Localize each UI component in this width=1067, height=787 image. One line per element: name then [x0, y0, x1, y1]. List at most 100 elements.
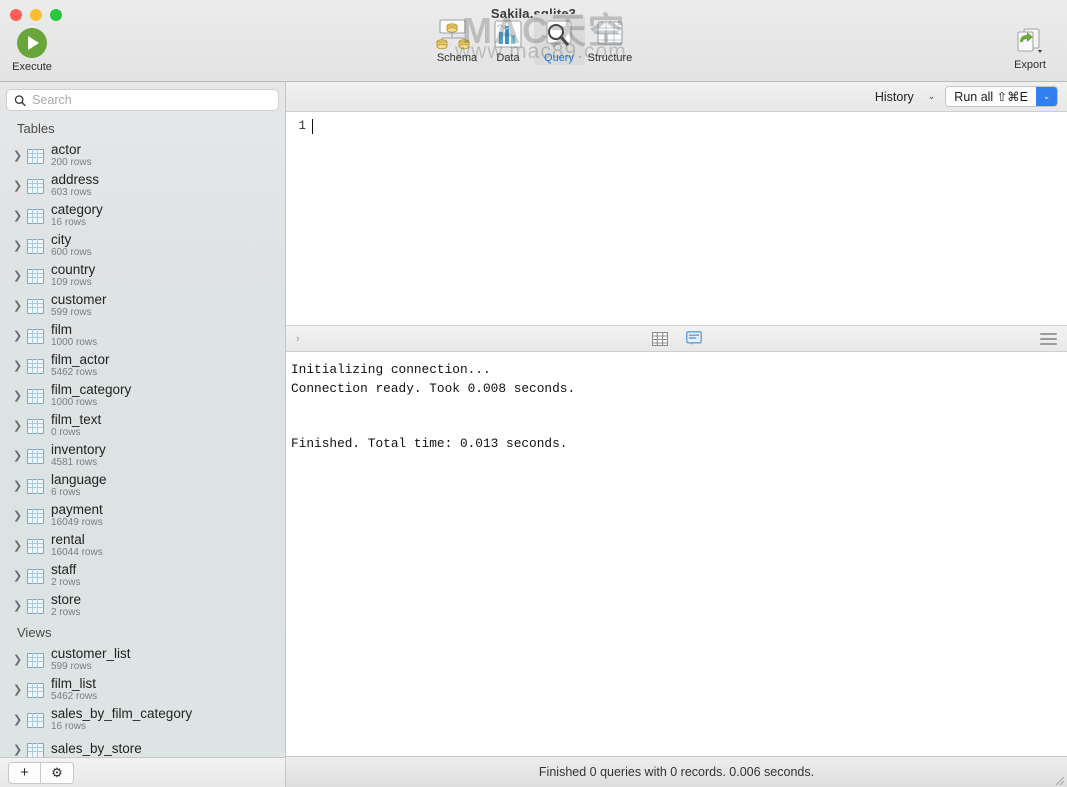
table-name: city: [51, 232, 72, 248]
data-icon: [483, 16, 534, 50]
structure-icon: [585, 16, 636, 50]
view-row-sales-by-film-category[interactable]: ❯ sales_by_film_category 16 rows: [0, 705, 285, 735]
chevron-right-icon[interactable]: ❯: [13, 420, 27, 432]
table-row-count: 16049 rows: [51, 517, 103, 529]
table-row-inventory[interactable]: ❯ inventory 4581 rows: [0, 441, 285, 471]
chevron-right-icon[interactable]: ❯: [13, 654, 27, 666]
chevron-right-icon[interactable]: ❯: [13, 570, 27, 582]
chevron-right-icon[interactable]: ❯: [13, 360, 27, 372]
table-row-count: 1000 rows: [51, 337, 98, 349]
chevron-right-icon[interactable]: ❯: [13, 684, 27, 696]
table-name: country: [51, 262, 96, 278]
table-row-count: 599 rows: [51, 307, 92, 319]
chevron-right-icon[interactable]: ❯: [13, 210, 27, 222]
run-all-button[interactable]: Run all ⇧⌘E ⌄: [945, 86, 1058, 107]
table-row-film[interactable]: ❯ film 1000 rows: [0, 321, 285, 351]
tab-schema[interactable]: Schema: [432, 14, 483, 65]
console-view-icon[interactable]: [684, 330, 704, 347]
view-icon: [27, 682, 44, 698]
history-label: History: [874, 89, 914, 104]
table-row-payment[interactable]: ❯ payment 16049 rows: [0, 501, 285, 531]
table-icon: [27, 388, 44, 404]
table-row-actor[interactable]: ❯ actor 200 rows: [0, 141, 285, 171]
table-row-count: 200 rows: [51, 157, 92, 169]
table-row-rental[interactable]: ❯ rental 16044 rows: [0, 531, 285, 561]
search-input[interactable]: [32, 93, 271, 107]
chevron-right-icon[interactable]: ❯: [13, 300, 27, 312]
console-output: Initializing connection... Connection re…: [286, 352, 1067, 756]
table-row-count: 2 rows: [51, 577, 81, 589]
table-name: film_category: [51, 382, 132, 398]
search-field[interactable]: [6, 89, 279, 111]
table-row-address[interactable]: ❯ address 603 rows: [0, 171, 285, 201]
toolbar-tabs: Schema Data Query Structure: [432, 14, 636, 65]
hamburger-menu-icon[interactable]: [1040, 332, 1057, 345]
window-toolbar: Sakila.sqlite3 Execute Schema Data Query…: [0, 0, 1067, 82]
table-row-store[interactable]: ❯ store 2 rows: [0, 591, 285, 621]
table-icon: [27, 238, 44, 254]
resize-grip-icon[interactable]: [1052, 773, 1065, 786]
chevron-right-icon[interactable]: ❯: [13, 330, 27, 342]
chevron-right-icon[interactable]: ❯: [13, 180, 27, 192]
search-icon: [14, 94, 26, 106]
table-row-count: 2 rows: [51, 607, 81, 619]
chevron-right-icon[interactable]: ❯: [13, 600, 27, 612]
table-icon: [27, 268, 44, 284]
table-row-film-text[interactable]: ❯ film_text 0 rows: [0, 411, 285, 441]
table-row-customer[interactable]: ❯ customer 599 rows: [0, 291, 285, 321]
table-row-count: 109 rows: [51, 277, 92, 289]
execute-button[interactable]: Execute: [10, 28, 54, 73]
view-row-count: 5462 rows: [51, 691, 98, 703]
expand-chevron-icon[interactable]: ›: [296, 333, 300, 345]
table-name: film_text: [51, 412, 102, 428]
tab-data[interactable]: Data: [483, 14, 534, 65]
export-button[interactable]: Export: [1003, 24, 1057, 71]
run-all-chevron-down-icon[interactable]: ⌄: [1036, 87, 1057, 106]
chevron-right-icon[interactable]: ❯: [13, 450, 27, 462]
table-icon: [27, 418, 44, 434]
table-row-category[interactable]: ❯ category 16 rows: [0, 201, 285, 231]
table-row-country[interactable]: ❯ country 109 rows: [0, 261, 285, 291]
chevron-right-icon[interactable]: ❯: [13, 510, 27, 522]
tab-schema-label: Schema: [436, 52, 478, 64]
tab-data-label: Data: [496, 52, 520, 64]
chevron-right-icon[interactable]: ❯: [13, 480, 27, 492]
table-name: actor: [51, 142, 82, 158]
table-row-film-category[interactable]: ❯ film_category 1000 rows: [0, 381, 285, 411]
settings-gear-icon[interactable]: ⚙: [41, 761, 74, 784]
table-row-film-actor[interactable]: ❯ film_actor 5462 rows: [0, 351, 285, 381]
app-window: Sakila.sqlite3 Execute Schema Data Query…: [0, 0, 1067, 787]
table-row-city[interactable]: ❯ city 600 rows: [0, 231, 285, 261]
table-name: film: [51, 322, 72, 338]
chevron-right-icon[interactable]: ❯: [13, 714, 27, 726]
table-row-count: 6 rows: [51, 487, 81, 499]
chevron-right-icon[interactable]: ❯: [13, 390, 27, 402]
view-icon: [27, 742, 44, 758]
add-button[interactable]: +: [8, 761, 41, 784]
table-name: language: [51, 472, 107, 488]
chevron-right-icon[interactable]: ❯: [13, 744, 27, 756]
export-button-label: Export: [1014, 59, 1046, 71]
chevron-right-icon[interactable]: ❯: [13, 240, 27, 252]
table-row-count: 603 rows: [51, 187, 92, 199]
table-name: category: [51, 202, 103, 218]
query-icon: [534, 16, 585, 50]
table-icon: [27, 328, 44, 344]
schema-tree[interactable]: Tables ❯ actor 200 rows ❯ address 603 ro…: [0, 117, 285, 787]
table-row-count: 0 rows: [51, 427, 81, 439]
view-row-customer-list[interactable]: ❯ customer_list 599 rows: [0, 645, 285, 675]
chevron-right-icon[interactable]: ❯: [13, 270, 27, 282]
table-row-language[interactable]: ❯ language 6 rows: [0, 471, 285, 501]
sql-editor[interactable]: 1: [286, 112, 1067, 325]
tab-structure[interactable]: Structure: [585, 14, 636, 65]
view-name: customer_list: [51, 646, 131, 662]
view-row-film-list[interactable]: ❯ film_list 5462 rows: [0, 675, 285, 705]
table-row-staff[interactable]: ❯ staff 2 rows: [0, 561, 285, 591]
chevron-right-icon[interactable]: ❯: [13, 150, 27, 162]
tab-query[interactable]: Query: [533, 14, 585, 65]
chevron-right-icon[interactable]: ❯: [13, 540, 27, 552]
table-row-count: 4581 rows: [51, 457, 98, 469]
table-view-icon[interactable]: [650, 330, 670, 347]
sql-text-area[interactable]: [310, 112, 1067, 325]
history-dropdown[interactable]: History ⌄: [875, 90, 935, 104]
